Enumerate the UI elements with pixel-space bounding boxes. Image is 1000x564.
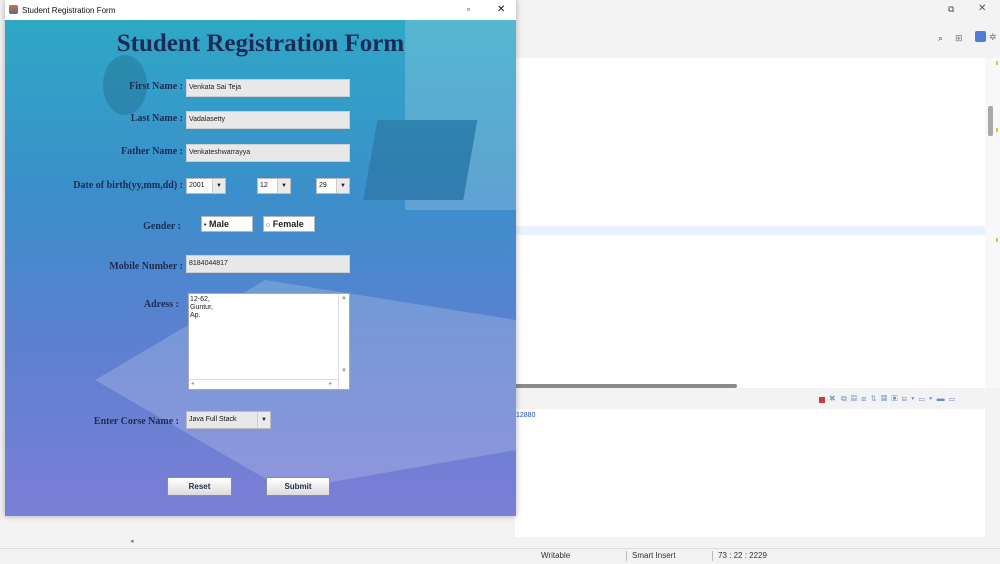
console-toolbar: ✖ ⧉ ▤ ⧆ ⇅ ▦ ▣ ⊟ ▾ ▭ ▾ ▬ ▭	[515, 392, 1000, 409]
radio-selected-icon: •	[204, 222, 207, 229]
first-name-field[interactable]: Venkata Sai Teja	[186, 79, 350, 97]
last-name-field[interactable]: Vadalasetty	[186, 111, 350, 129]
course-value: Java Full Stack	[189, 416, 237, 423]
address-line: 12-62,	[190, 296, 210, 303]
last-name-label: Last Name :	[130, 113, 183, 124]
scroll-right-icon[interactable]: ▸	[329, 380, 332, 387]
chevron-down-icon[interactable]: ▼	[257, 412, 270, 428]
close-icon[interactable]: ✕	[497, 4, 505, 15]
address-text: 12-62, Guntur, Ap.	[190, 296, 213, 320]
address-horizontal-scrollbar[interactable]: ◂ ▸	[189, 379, 339, 389]
gender-label: Gender :	[143, 221, 181, 232]
dob-day-select[interactable]: 29 ▼	[316, 178, 350, 194]
console-output: 12880	[516, 412, 536, 419]
code-editor[interactable]	[515, 58, 985, 388]
father-name-label: Father Name :	[120, 146, 183, 157]
submit-button[interactable]: Submit	[266, 477, 330, 496]
mobile-number-field[interactable]: 8184044817	[186, 255, 350, 273]
address-line: Guntur,	[190, 304, 213, 311]
gender-male-radio[interactable]: • Male	[201, 216, 253, 232]
debug-perspective-icon[interactable]: ✲	[989, 32, 997, 43]
minimize-icon[interactable]: ▫	[467, 4, 470, 14]
course-label: Enter Corse Name :	[93, 416, 179, 427]
dob-year-select[interactable]: 2001 ▼	[186, 178, 226, 194]
gender-female-radio[interactable]: ○ Female	[263, 216, 315, 232]
chevron-down-icon[interactable]: ▼	[212, 179, 225, 193]
editor-horizontal-scrollbar[interactable]	[515, 384, 737, 388]
course-select[interactable]: Java Full Stack ▼	[186, 411, 271, 429]
ide-close-icon[interactable]: ✕	[978, 3, 986, 14]
bottom-scroll-strip: ◂	[127, 537, 987, 547]
registration-window: Student Registration Form ▫ ✕ Student Re…	[5, 0, 516, 516]
form-heading: Student Registration Form	[116, 30, 405, 57]
window-title: Student Registration Form	[22, 6, 116, 15]
gender-male-label: Male	[208, 219, 229, 229]
ide-toolbar: ⌕ ⊞ ✲	[515, 30, 1000, 59]
status-insert-mode: Smart Insert	[632, 551, 676, 560]
scroll-down-icon[interactable]: ▼	[341, 368, 347, 374]
first-name-label: First Name :	[129, 81, 183, 92]
gender-female-label: Female	[272, 219, 304, 229]
console-tools-icons[interactable]: ⧉ ▤ ⧆ ⇅ ▦ ▣ ⊟ ▾ ▭ ▾ ▬ ▭	[841, 394, 956, 404]
remove-launch-icon[interactable]: ✖	[829, 394, 836, 403]
current-line-highlight	[515, 226, 985, 235]
scroll-left-icon[interactable]: ◂	[191, 380, 194, 387]
address-textarea[interactable]: 12-62, Guntur, Ap. ▲ ▼ ◂ ▸	[188, 293, 350, 390]
form-panel: Student Registration Form First Name : V…	[5, 20, 516, 516]
java-app-icon	[9, 5, 18, 14]
address-line: Ap.	[190, 312, 201, 319]
perspective-icon[interactable]: ⊞	[955, 33, 963, 44]
dob-day-value: 29	[319, 182, 327, 189]
dob-month-select[interactable]: 12 ▼	[257, 178, 291, 194]
overview-ruler	[985, 58, 1000, 388]
status-writable: Writable	[541, 551, 571, 560]
mobile-number-label: Mobile Number :	[109, 261, 183, 272]
ide-restore-icon[interactable]: ⧉	[948, 4, 954, 15]
terminate-icon[interactable]	[819, 397, 825, 403]
scroll-up-icon[interactable]: ▲	[341, 295, 347, 301]
address-label: Adress :	[143, 299, 179, 310]
status-bar: Writable Smart Insert 73 : 22 : 2229	[0, 548, 1000, 564]
scroll-left-icon[interactable]: ◂	[130, 537, 134, 545]
dob-month-value: 12	[260, 182, 268, 189]
window-titlebar[interactable]: Student Registration Form ▫ ✕	[5, 0, 516, 20]
status-cursor-position: 73 : 22 : 2229	[718, 551, 767, 560]
reset-button[interactable]: Reset	[167, 477, 232, 496]
java-perspective-icon[interactable]	[975, 31, 986, 42]
search-icon[interactable]: ⌕	[938, 33, 943, 44]
dob-label: Date of birth(yy,mm,dd) :	[73, 180, 183, 191]
console-view[interactable]: 12880	[515, 409, 985, 537]
dob-year-value: 2001	[189, 182, 205, 189]
left-panel-edge	[0, 518, 127, 548]
father-name-field[interactable]: Venkateshwarrayya	[186, 144, 350, 162]
radio-unselected-icon: ○	[266, 222, 271, 229]
chevron-down-icon[interactable]: ▼	[277, 179, 290, 193]
chevron-down-icon[interactable]: ▼	[336, 179, 349, 193]
address-vertical-scrollbar[interactable]: ▲ ▼	[338, 294, 349, 389]
